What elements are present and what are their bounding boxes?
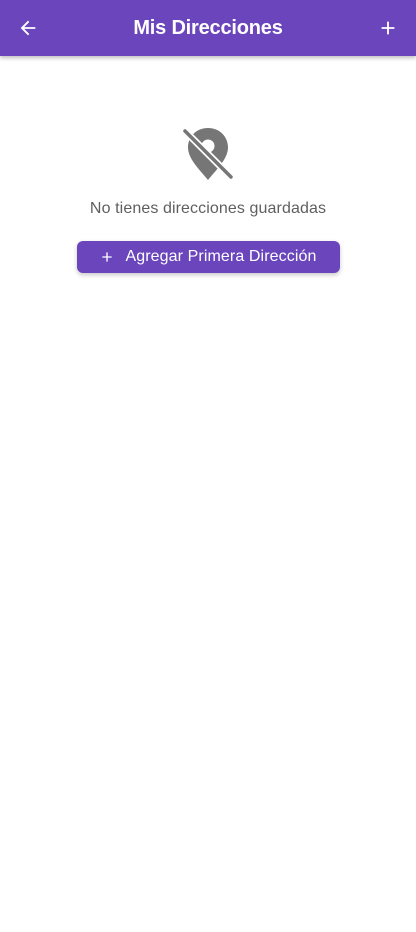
app-bar: Mis Direcciones xyxy=(0,0,416,56)
add-address-button[interactable] xyxy=(360,0,416,56)
empty-message: No tienes direcciones guardadas xyxy=(89,200,327,217)
empty-state: No tienes direcciones guardadas Agregar … xyxy=(0,56,416,273)
add-icon xyxy=(99,249,115,265)
back-button[interactable] xyxy=(0,0,56,56)
arrow-back-icon xyxy=(17,17,39,39)
add-first-address-label: Agregar Primera Dirección xyxy=(125,248,317,265)
page-title: Mis Direcciones xyxy=(133,16,283,39)
location-off-icon xyxy=(181,126,235,182)
add-icon xyxy=(377,17,399,39)
add-first-address-button[interactable]: Agregar Primera Dirección xyxy=(76,241,340,273)
app-screen: Mis Direcciones No tienes direcciones gu… xyxy=(0,0,416,932)
